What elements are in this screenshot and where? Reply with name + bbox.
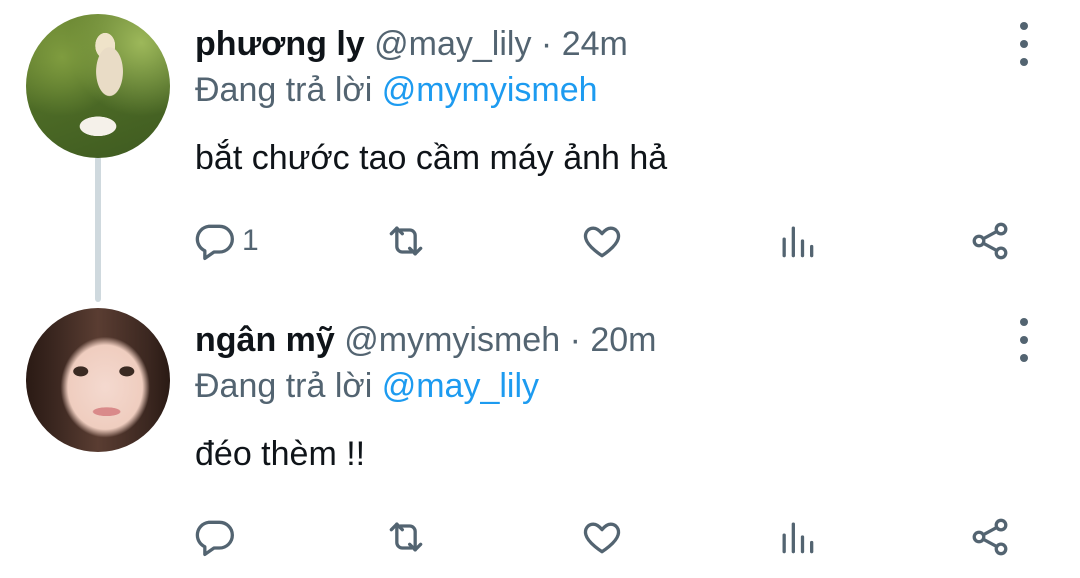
timestamp[interactable]: 24m — [562, 25, 628, 63]
more-options-button[interactable] — [1012, 22, 1036, 66]
tweet-content: phương ly @may_lily · 24m Đang trả lời @… — [195, 22, 1080, 180]
reply-button[interactable] — [192, 512, 236, 562]
views-button[interactable] — [775, 512, 819, 562]
tweet-text: đéo thèm !! — [195, 435, 366, 473]
user-handle[interactable]: @may_lily — [374, 25, 531, 63]
retweet-icon — [389, 522, 423, 552]
more-dot — [1020, 354, 1028, 362]
share-button[interactable] — [968, 512, 1012, 562]
more-vertical-icon — [1020, 22, 1028, 30]
more-dot — [1020, 40, 1028, 48]
more-options-button[interactable] — [1012, 318, 1036, 362]
tweet-text: bắt chước tao cầm máy ảnh hả — [195, 139, 668, 177]
replying-to-mention[interactable]: @mymyismeh — [382, 71, 598, 109]
tweet-actions: 1 — [0, 216, 1080, 266]
more-dot — [1020, 58, 1028, 66]
replying-to-mention[interactable]: @may_lily — [382, 367, 539, 405]
retweet-button[interactable] — [384, 512, 428, 562]
retweet-icon — [389, 226, 423, 256]
share-icon — [972, 518, 1008, 556]
replying-to-label: Đang trả lời — [195, 71, 373, 109]
tweet[interactable]: ngân mỹ @mymyismeh · 20m Đang trả lời @m… — [0, 300, 1080, 578]
replying-to: Đang trả lời @may_lily — [195, 362, 1080, 410]
more-dot — [1020, 336, 1028, 344]
reply-icon — [195, 224, 234, 261]
tweet-header: ngân mỹ @mymyismeh · 20m — [195, 318, 1080, 362]
tweet-actions — [0, 512, 1080, 562]
avatar[interactable] — [26, 14, 170, 158]
display-name[interactable]: phương ly — [195, 25, 365, 63]
heart-icon — [583, 226, 621, 258]
reply-count: 1 — [242, 224, 259, 257]
conversation-thread: phương ly @may_lily · 24m Đang trả lời @… — [0, 0, 1080, 578]
display-name[interactable]: ngân mỹ — [195, 321, 335, 359]
views-button[interactable] — [775, 216, 819, 266]
replying-to: Đang trả lời @mymyismeh — [195, 66, 1080, 114]
replying-to-label: Đang trả lời — [195, 367, 373, 405]
reply-icon — [195, 520, 234, 557]
tweet-content: ngân mỹ @mymyismeh · 20m Đang trả lời @m… — [195, 318, 1080, 476]
separator-dot: · — [540, 25, 553, 63]
tweet[interactable]: phương ly @may_lily · 24m Đang trả lời @… — [0, 0, 1080, 300]
views-bar-chart-icon — [782, 226, 814, 258]
heart-icon — [583, 522, 621, 554]
avatar[interactable] — [26, 308, 170, 452]
share-icon — [972, 222, 1008, 260]
user-handle[interactable]: @mymyismeh — [344, 321, 560, 359]
more-vertical-icon — [1020, 318, 1028, 326]
tweet-header: phương ly @may_lily · 24m — [195, 22, 1080, 66]
timestamp[interactable]: 20m — [590, 321, 656, 359]
views-bar-chart-icon — [782, 522, 814, 554]
like-button[interactable] — [580, 512, 624, 562]
retweet-button[interactable] — [384, 216, 428, 266]
separator-dot: · — [569, 321, 581, 359]
share-button[interactable] — [968, 216, 1012, 266]
like-button[interactable] — [580, 216, 624, 266]
reply-button[interactable]: 1 — [192, 216, 259, 266]
